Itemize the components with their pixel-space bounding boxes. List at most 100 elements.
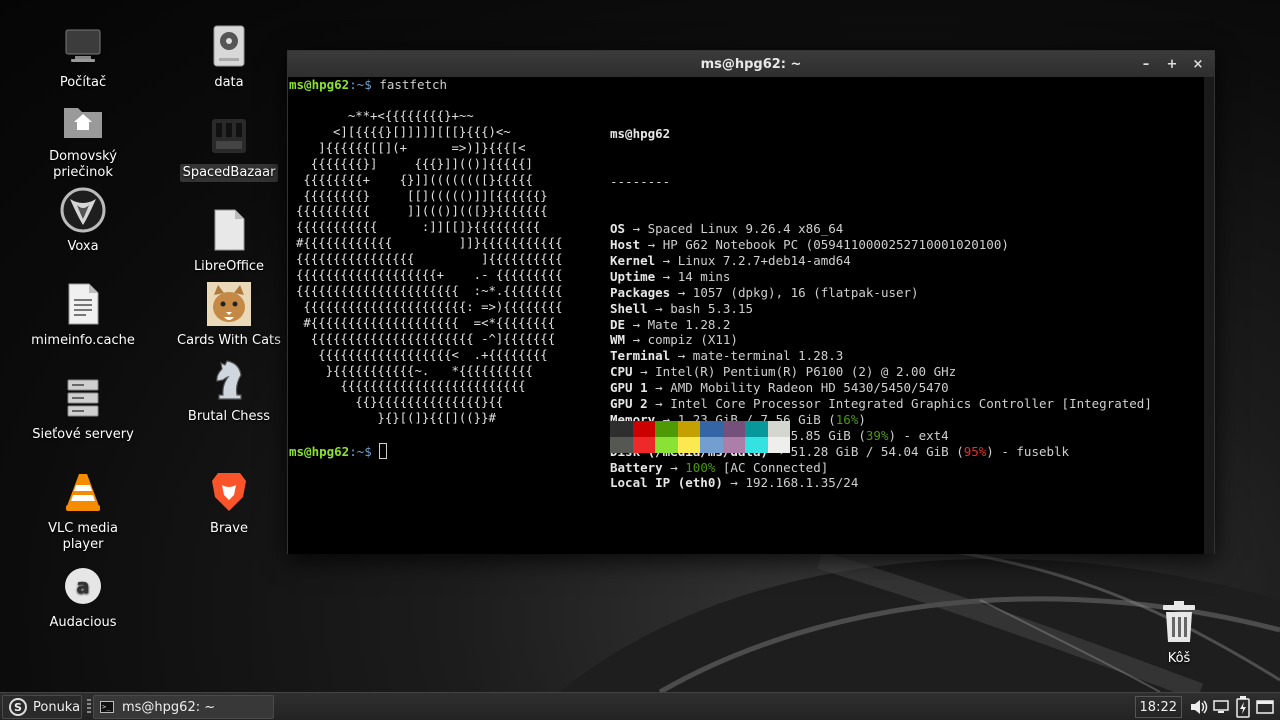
prompt-line-active[interactable]: ms@hpg62:~$: [289, 443, 388, 460]
info-percent: 95%: [963, 443, 987, 459]
palette-swatch: [655, 421, 678, 437]
info-row: Local IP (eth0) → 192.168.1.35/24: [610, 475, 1152, 491]
desktop-icon-brave[interactable]: Brave: [169, 468, 289, 538]
info-key: Local IP (eth0): [610, 475, 723, 491]
palette-swatch: [632, 437, 655, 453]
arrow-icon: →: [647, 380, 671, 396]
desktop-icon-mimeinfo[interactable]: mimeinfo.cache: [23, 280, 143, 350]
info-value: Mate 1.28.2: [647, 316, 731, 332]
terminal-window[interactable]: ms@hpg62: ~ – + × ms@hpg62:~$ fastfetch …: [287, 50, 1215, 554]
color-palette: [610, 421, 790, 453]
info-key: Host: [610, 237, 641, 253]
info-row: Host → HP G62 Notebook PC (0594110000252…: [610, 237, 1152, 253]
store-icon: [205, 112, 253, 160]
battery-charging-icon[interactable]: [1232, 693, 1254, 720]
show-desktop-icon[interactable]: [1254, 693, 1276, 720]
text-file-icon: [59, 280, 107, 328]
command-line: ms@hpg62:~$ fastfetch: [289, 77, 447, 93]
desktop-icon-cards-with-cats[interactable]: Cards With Cats: [169, 280, 289, 350]
prompt-user: ms@hpg62: [289, 444, 350, 459]
palette-swatch: [677, 421, 700, 437]
info-row: DE → Mate 1.28.2: [610, 317, 1152, 333]
desktop-icon-libreoffice[interactable]: LibreOffice: [169, 206, 289, 276]
info-value: 1057 (dpkg), 16 (flatpak-user): [692, 284, 919, 300]
terminal-titlebar[interactable]: ms@hpg62: ~ – + ×: [288, 51, 1214, 77]
palette-swatch: [610, 421, 633, 437]
minimize-button[interactable]: –: [1140, 57, 1152, 72]
info-key: Uptime: [610, 268, 656, 284]
info-value: bash 5.3.15: [670, 300, 754, 316]
arrow-icon: →: [662, 459, 686, 475]
panel-grip[interactable]: [87, 699, 91, 715]
desktop-icon-spacedbazaar[interactable]: SpacedBazaar: [169, 112, 289, 182]
info-row: GPU 2 → Intel Core Processor Integrated …: [610, 396, 1152, 412]
volume-icon[interactable]: [1188, 693, 1210, 720]
info-key: Battery: [610, 459, 663, 475]
info-tail: ) - fuseblk: [986, 443, 1070, 459]
desktop-icon-vlc[interactable]: VLC media player: [23, 468, 143, 554]
palette-swatch: [632, 421, 655, 437]
desktop-icon-label: Cards With Cats: [177, 333, 281, 348]
desktop-icon-brutal-chess[interactable]: Brutal Chess: [169, 356, 289, 426]
brave-lion-icon: [205, 468, 253, 516]
palette-swatch: [722, 437, 745, 453]
info-row: GPU 1 → AMD Mobility Radeon HD 5430/5450…: [610, 380, 1152, 396]
taskbar: S Ponuka >_ ms@hpg62: ~ 18:22: [0, 692, 1280, 720]
arrow-icon: →: [670, 284, 693, 300]
palette-swatch: [677, 437, 700, 453]
info-percent: 39%: [865, 427, 889, 443]
arrow-icon: →: [655, 268, 678, 284]
palette-swatch: [767, 421, 790, 437]
trash-icon: [1155, 598, 1203, 646]
info-row: Shell → bash 5.3.15: [610, 301, 1152, 317]
taskbar-window-terminal[interactable]: >_ ms@hpg62: ~: [93, 695, 274, 719]
arrow-icon: →: [655, 253, 678, 268]
desktop-icon-voxa[interactable]: Voxa: [23, 186, 143, 256]
computer-icon: [59, 22, 107, 70]
info-value: Intel Core Processor Integrated Graphics…: [670, 396, 1152, 412]
clock[interactable]: 18:22: [1134, 696, 1182, 718]
desktop-icon-network-servers[interactable]: Sieťové servery: [23, 374, 143, 444]
svg-text:a: a: [76, 574, 90, 598]
info-key: Terminal: [610, 348, 671, 364]
info-percent: 16%: [835, 411, 859, 427]
prompt-user: ms@hpg62: [289, 77, 350, 92]
info-tail: ) - ext4: [888, 427, 949, 443]
info-value: Spaced Linux 9.26.4 x86_64: [647, 221, 844, 237]
desktop-icon-trash[interactable]: Kôš: [1119, 598, 1239, 668]
arrow-icon: →: [722, 475, 746, 491]
info-row: Battery → 100% [AC Connected]: [610, 460, 1152, 476]
ascii-logo: ~**+<{{{{{{{{}+~~ <][{{{{}[]]]]][[[}{{{)…: [296, 109, 563, 426]
info-key: GPU 2: [610, 396, 648, 412]
desktop-icon-label: mimeinfo.cache: [31, 333, 135, 348]
desktop-icon-label: Sieťové servery: [32, 427, 134, 442]
vlc-cone-icon: [59, 468, 107, 516]
desktop-icon-audacious[interactable]: a Audacious: [23, 562, 143, 632]
network-icon[interactable]: [1210, 693, 1232, 720]
desktop-icon-computer[interactable]: Počítač: [23, 22, 143, 92]
server-icon: [59, 374, 107, 422]
cat-icon: [205, 280, 253, 328]
palette-swatch: [655, 437, 678, 453]
start-menu-button[interactable]: S Ponuka: [2, 695, 82, 719]
desktop-icon-label: Voxa: [67, 239, 99, 254]
desktop-icon-label: Audacious: [49, 615, 117, 630]
palette-swatch: [745, 421, 768, 437]
palette-swatch: [700, 421, 723, 437]
document-icon: [205, 206, 253, 254]
info-key: CPU: [610, 364, 633, 380]
terminal-scrollbar[interactable]: [1204, 77, 1214, 554]
close-button[interactable]: ×: [1192, 57, 1204, 72]
desktop-icon-home-folder[interactable]: Domovský priečinok: [23, 96, 143, 182]
info-key: Shell: [610, 300, 648, 316]
terminal-content[interactable]: ms@hpg62:~$ fastfetch ~**+<{{{{{{{{}+~~ …: [288, 77, 1214, 554]
menu-label: Ponuka: [33, 699, 81, 715]
voxa-icon: [59, 186, 107, 234]
info-row: OS → Spaced Linux 9.26.4 x86_64: [610, 221, 1152, 237]
maximize-button[interactable]: +: [1166, 57, 1178, 72]
desktop-icon-data[interactable]: data: [169, 22, 289, 92]
chess-knight-icon: [205, 356, 253, 404]
arrow-icon: →: [625, 316, 648, 332]
command-text: fastfetch: [379, 77, 448, 92]
info-separator: --------: [610, 173, 671, 189]
